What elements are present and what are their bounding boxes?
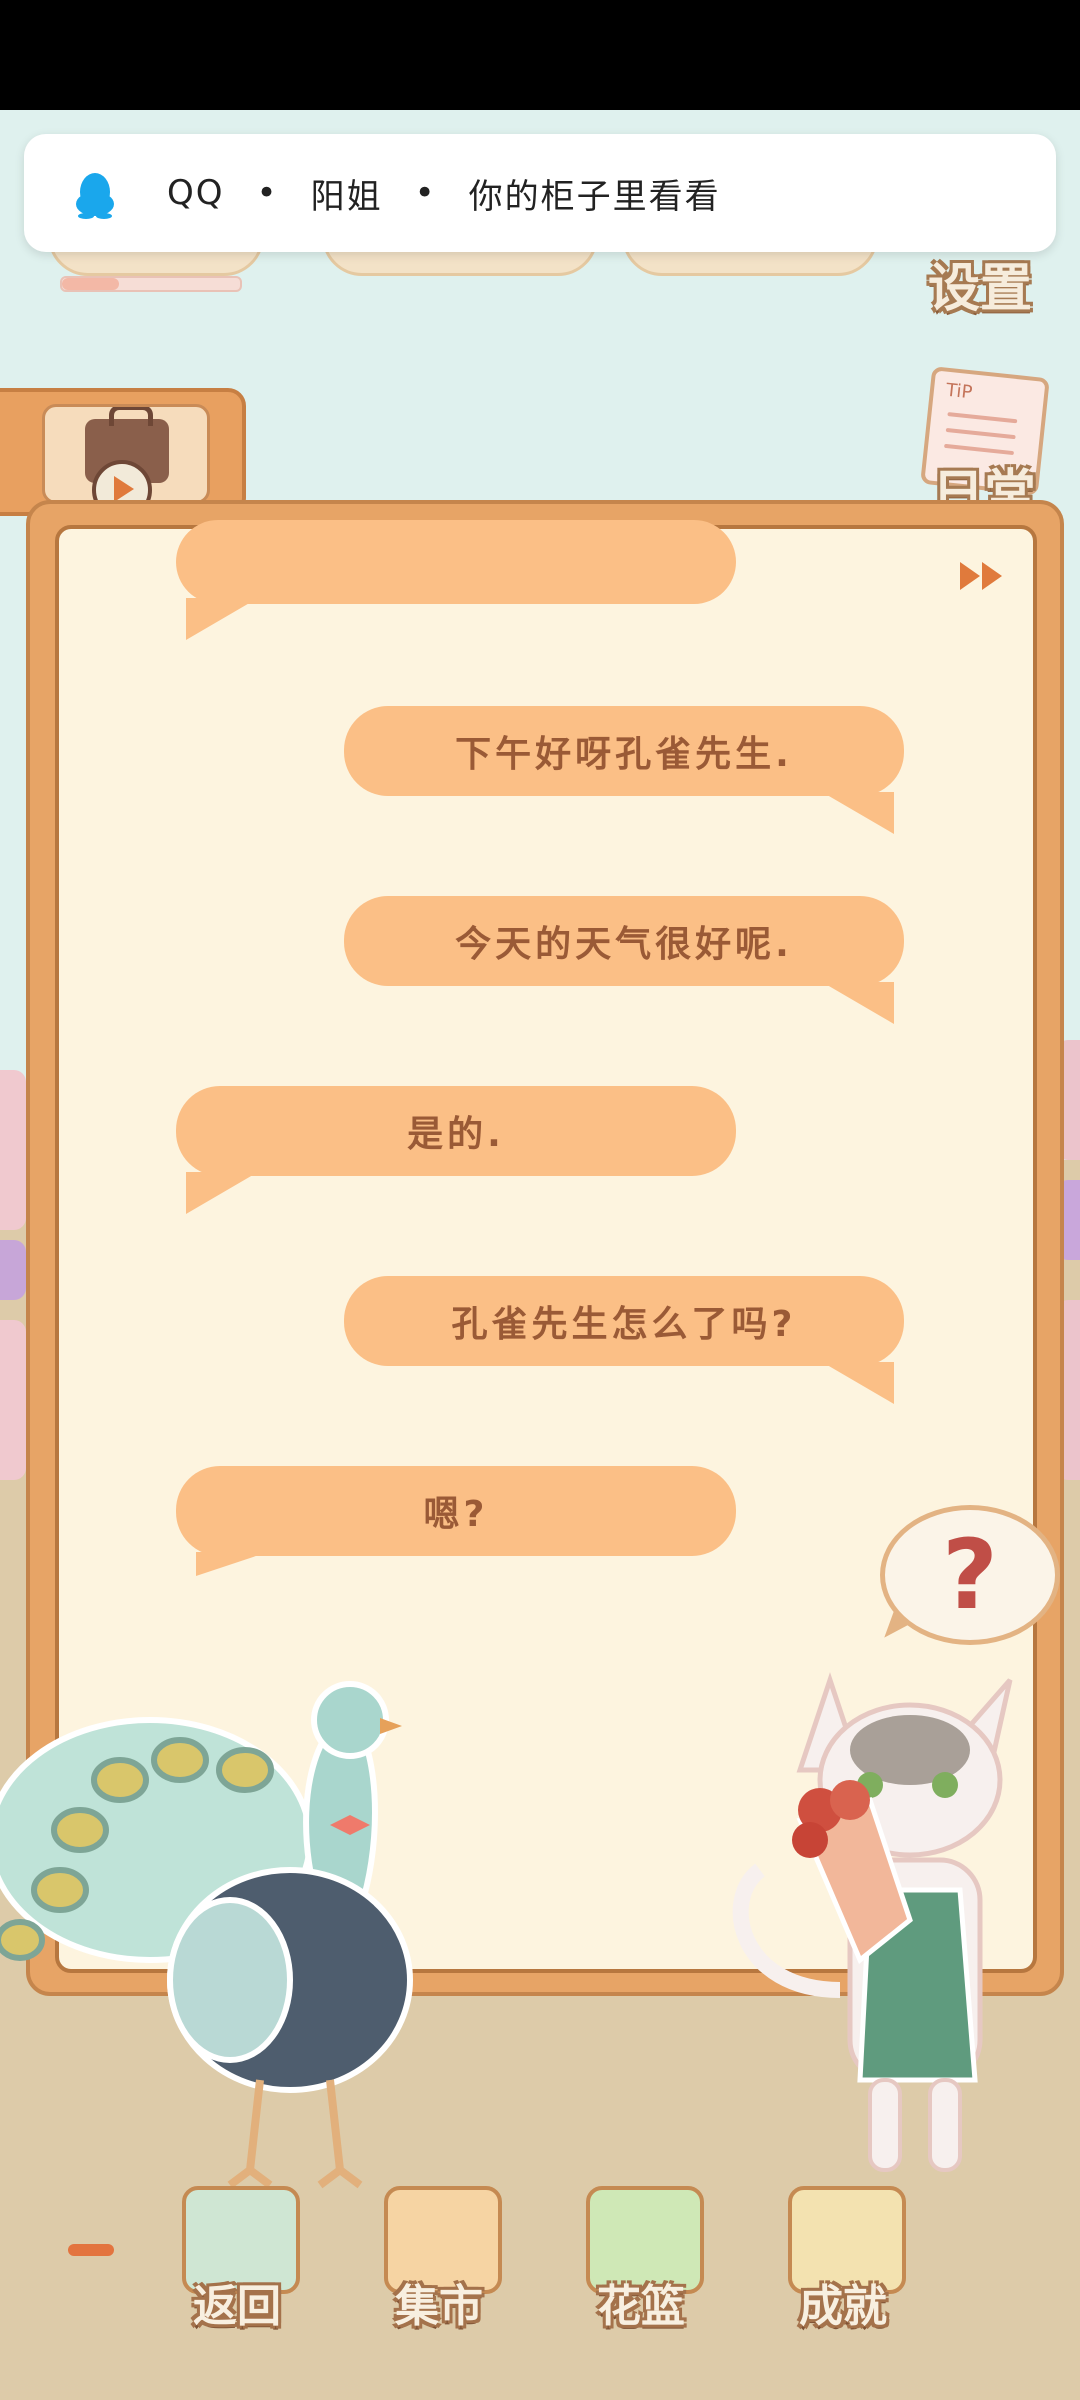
qq-penguin-icon	[76, 173, 114, 219]
chat-text: 今天的天气很好呢.	[455, 924, 793, 965]
notification-text: QQ • 阳姐 • 你的柜子里看看	[167, 134, 721, 252]
question-mark-icon: ?	[942, 1519, 998, 1631]
nav-flower-basket-button[interactable]: 花篮	[576, 2186, 706, 2336]
left-shelf-deco	[0, 1070, 26, 1230]
top-progress-fill	[62, 278, 119, 290]
fast-forward-icon[interactable]	[958, 558, 1008, 594]
cat-leg	[928, 2078, 962, 2172]
drawer-handle[interactable]	[68, 2244, 114, 2256]
notification-separator: •	[256, 173, 279, 213]
qq-notification[interactable]: QQ • 阳姐 • 你的柜子里看看	[24, 134, 1056, 252]
peacock-leg	[317, 2079, 363, 2189]
chat-bubble-tail	[822, 1362, 894, 1404]
help-button[interactable]: ?	[880, 1505, 1060, 1645]
nav-label: 花篮	[597, 2281, 685, 2332]
notification-separator: •	[414, 173, 437, 213]
notification-app: QQ	[167, 173, 225, 213]
cat-eye	[932, 1772, 958, 1798]
chat-bubble-partial	[176, 520, 736, 604]
peacock-head	[311, 1681, 389, 1759]
chat-bubble-left: 是的.	[176, 1086, 736, 1176]
cat-leg	[868, 2078, 902, 2172]
nav-label: 返回	[193, 2281, 281, 2332]
chat-text: 孔雀先生怎么了吗?	[451, 1304, 797, 1345]
nav-back-button[interactable]: 返回	[172, 2186, 302, 2336]
cat-florist-character	[732, 1672, 1013, 2172]
chat-text: 下午好呀孔雀先生.	[455, 734, 793, 775]
chat-bubble-right: 孔雀先生怎么了吗?	[344, 1276, 904, 1366]
left-shelf-deco	[0, 1320, 26, 1480]
peacock-wing	[167, 1897, 293, 2063]
nav-achievement-button[interactable]: 成就	[778, 2186, 908, 2336]
settings-button[interactable]: 设置	[928, 246, 1032, 321]
chat-bubble-tail	[822, 792, 894, 834]
chat-bubble-tail	[186, 598, 258, 640]
chat-bubble-right: 今天的天气很好呢.	[344, 896, 904, 986]
nav-label: 成就	[799, 2281, 887, 2332]
chat-text: 是的.	[407, 1114, 505, 1155]
peacock-beak	[380, 1718, 402, 1734]
chat-bubble-right: 下午好呀孔雀先生.	[344, 706, 904, 796]
notification-sender: 阳姐	[310, 176, 383, 217]
chat-bubble-tail	[822, 982, 894, 1024]
nav-label: 集市	[395, 2281, 483, 2332]
note-line	[945, 427, 1016, 440]
cat-tail	[732, 1863, 841, 1998]
daily-note-tip: TiP	[944, 379, 974, 404]
chat-bubble-tail	[186, 1172, 258, 1214]
nav-market-button[interactable]: 集市	[374, 2186, 504, 2336]
chat-text: 嗯?	[423, 1494, 489, 1535]
note-line	[947, 412, 1018, 424]
chat-bubble-left: 嗯?	[176, 1466, 736, 1556]
chat-bubble-tail	[196, 1552, 268, 1576]
status-bar	[0, 0, 1080, 110]
notification-message: 你的柜子里看看	[468, 176, 721, 217]
peacock-leg	[227, 2079, 273, 2189]
peacock-character	[0, 1681, 413, 2189]
top-progress-bar	[60, 276, 242, 292]
left-shelf-deco	[0, 1240, 26, 1300]
